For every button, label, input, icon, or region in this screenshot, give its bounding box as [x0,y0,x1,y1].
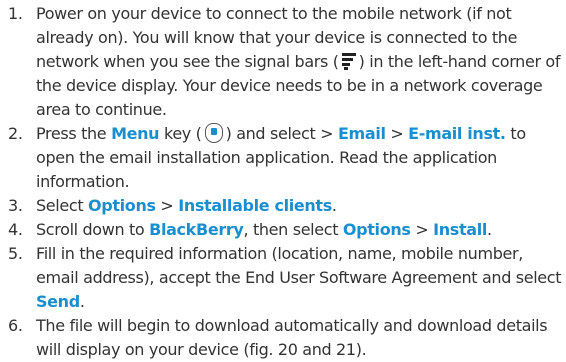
step-number: 2. [8,124,23,143]
step-text: . [79,292,85,311]
installable-clients-term: Installable clients [178,196,332,215]
step-text: . [331,196,337,215]
instruction-list: 1. Power on your device to connect to th… [0,2,566,362]
step-text: ) and select > [225,124,334,143]
blackberry-term: BlackBerry [149,220,244,239]
step-text: > [390,124,404,143]
step-text: . [486,220,492,239]
step-number: 4. [8,220,23,239]
step-text: Fill in the required information (locati… [36,244,562,287]
email-term: Email [337,124,386,143]
menu-key-icon [204,123,223,143]
email-inst-term: E-mail inst. [408,124,506,143]
options-term: Options [342,220,411,239]
step-6: 6. The file will begin to download autom… [0,314,566,362]
step-text: , then select [243,220,339,239]
menu-term: Menu [111,124,160,143]
send-term: Send [36,292,80,311]
step-text: > [160,196,174,215]
signal-bars-icon [341,53,356,70]
step-1: 1. Power on your device to connect to th… [0,2,566,122]
step-text: The file will begin to download automati… [36,316,548,359]
step-text: > [415,220,429,239]
step-4: 4. Scroll down to BlackBerry, then selec… [0,218,566,242]
install-term: Install [433,220,487,239]
step-number: 6. [8,316,23,335]
step-text: Select [36,196,84,215]
step-number: 1. [8,4,23,23]
step-2: 2. Press the Menu key ( ) and select > Em… [0,122,566,194]
step-number: 3. [8,196,23,215]
step-text: Scroll down to [36,220,145,239]
step-text: Press the [36,124,107,143]
step-number: 5. [8,244,23,263]
step-5: 5. Fill in the required information (loc… [0,242,566,314]
step-3: 3. Select Options > Installable clients. [0,194,566,218]
step-text: key ( [163,124,202,143]
options-term: Options [88,196,156,215]
